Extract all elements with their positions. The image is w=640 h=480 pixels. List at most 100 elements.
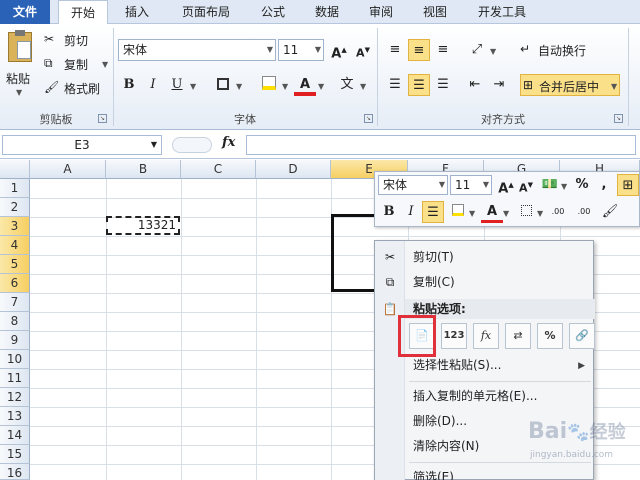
paste-option-values[interactable]: 123 (441, 323, 467, 349)
tab-developer[interactable]: 开发工具 (466, 0, 538, 24)
fill-color-button[interactable] (258, 74, 280, 96)
tab-page-layout[interactable]: 页面布局 (170, 0, 242, 24)
border-button[interactable] (212, 74, 234, 96)
font-name-combo[interactable]: 宋体 ▼ (118, 39, 276, 61)
formula-input[interactable] (246, 135, 636, 155)
column-header-d[interactable]: D (256, 160, 331, 179)
italic-button[interactable]: I (142, 74, 164, 96)
mini-font-name-combo[interactable]: 宋体 ▼ (378, 175, 448, 195)
merge-dropdown-icon[interactable]: ▼ (611, 82, 617, 91)
grow-font-button[interactable]: A▲ (328, 39, 350, 61)
bold-button[interactable]: B (118, 74, 140, 96)
row-header-10[interactable]: 10 (0, 350, 30, 369)
tab-view[interactable]: 视图 (412, 0, 458, 24)
merge-center-button[interactable]: ⊞ 合并后居中 ▼ (520, 74, 620, 96)
select-all-corner[interactable] (0, 160, 30, 179)
row-header-9[interactable]: 9 (0, 331, 30, 350)
align-center-button[interactable]: ☰ (408, 74, 430, 96)
column-header-a[interactable]: A (30, 160, 106, 179)
increase-indent-button[interactable]: ⇥ (488, 74, 510, 96)
align-right-button[interactable]: ☰ (432, 74, 454, 96)
row-header-14[interactable]: 14 (0, 426, 30, 445)
paste-option-formatting[interactable]: % (537, 323, 563, 349)
mini-increase-decimal-button[interactable]: .00 (547, 201, 569, 223)
border-dropdown-icon[interactable]: ▼ (236, 82, 242, 91)
orientation-button[interactable]: ⤢ (466, 39, 488, 61)
font-color-button[interactable]: A (294, 74, 316, 96)
font-name-dropdown-icon[interactable]: ▼ (267, 40, 273, 60)
name-box[interactable]: E3 ▼ (2, 135, 162, 155)
mini-grow-font-button[interactable]: A▲ (495, 174, 517, 196)
mini-font-size-combo[interactable]: 11 ▼ (450, 175, 492, 195)
mini-bold-button[interactable]: B (378, 201, 400, 223)
tab-insert[interactable]: 插入 (112, 0, 162, 24)
orientation-dropdown-icon[interactable]: ▼ (490, 47, 496, 56)
column-header-b[interactable]: B (106, 160, 181, 179)
paste-dropdown-icon[interactable]: ▼ (16, 88, 22, 97)
copy-dropdown-icon[interactable]: ▼ (102, 60, 108, 69)
tab-home[interactable]: 开始 (58, 0, 108, 25)
mini-fill-dropdown-icon[interactable]: ▼ (469, 209, 475, 218)
name-box-dropdown-icon[interactable]: ▼ (151, 136, 157, 154)
wrap-text-button[interactable]: ↵ 自动换行 (520, 39, 620, 61)
mini-center-button[interactable]: ☰ (422, 201, 444, 223)
mini-accounting-button[interactable]: 💵 (539, 174, 561, 196)
mini-italic-button[interactable]: I (400, 201, 422, 223)
mini-font-color-dropdown-icon[interactable]: ▼ (503, 209, 509, 218)
align-middle-button[interactable]: ≡ (408, 39, 430, 61)
font-size-combo[interactable]: 11 ▼ (278, 39, 324, 61)
paste-button[interactable]: 粘贴 ▼ (4, 30, 36, 100)
mini-accounting-dropdown-icon[interactable]: ▼ (561, 182, 567, 191)
shrink-font-button[interactable]: A▼ (352, 39, 374, 61)
row-header-1[interactable]: 1 (0, 179, 30, 198)
paste-option-link[interactable]: 🔗 (569, 323, 595, 349)
font-color-dropdown-icon[interactable]: ▼ (318, 82, 324, 91)
row-header-7[interactable]: 7 (0, 293, 30, 312)
row-header-3[interactable]: 3 (0, 217, 30, 236)
menu-item-filter[interactable]: 筛选(E) (405, 465, 593, 480)
align-bottom-button[interactable]: ≡ (432, 39, 454, 61)
row-header-11[interactable]: 11 (0, 369, 30, 388)
align-left-button[interactable]: ☰ (384, 74, 406, 96)
menu-item-cut[interactable]: 剪切(T) (405, 245, 593, 269)
align-top-button[interactable]: ≡ (384, 39, 406, 61)
mini-comma-button[interactable]: , (593, 174, 615, 196)
mini-merge-button[interactable]: ⊞ (617, 174, 639, 196)
mini-border-dropdown-icon[interactable]: ▼ (537, 209, 543, 218)
copy-button[interactable]: ⧉ 复制 ▼ (44, 54, 114, 74)
mini-border-button[interactable] (515, 201, 537, 223)
row-header-4[interactable]: 4 (0, 236, 30, 255)
cell-b3-copied[interactable]: 13321 (106, 216, 180, 235)
row-header-16[interactable]: 16 (0, 464, 30, 480)
mini-fill-color-button[interactable] (447, 201, 469, 223)
phonetic-button[interactable]: 文 (336, 74, 358, 96)
row-header-2[interactable]: 2 (0, 198, 30, 217)
mini-shrink-font-button[interactable]: A▼ (515, 174, 537, 196)
mini-font-size-dropdown-icon[interactable]: ▼ (483, 176, 489, 194)
mini-percent-button[interactable]: % (571, 174, 593, 196)
font-launcher-icon[interactable]: ↘ (364, 114, 373, 123)
mini-font-color-button[interactable]: A (481, 201, 503, 223)
underline-dropdown-icon[interactable]: ▼ (190, 82, 196, 91)
row-header-15[interactable]: 15 (0, 445, 30, 464)
insert-function-button[interactable]: fx (222, 135, 235, 150)
alignment-launcher-icon[interactable]: ↘ (614, 114, 623, 123)
row-header-5[interactable]: 5 (0, 255, 30, 274)
fill-color-dropdown-icon[interactable]: ▼ (282, 82, 288, 91)
underline-button[interactable]: U (166, 74, 188, 96)
paste-option-transpose[interactable]: ⇄ (505, 323, 531, 349)
mini-font-name-dropdown-icon[interactable]: ▼ (439, 176, 445, 194)
tab-data[interactable]: 数据 (304, 0, 350, 24)
row-header-13[interactable]: 13 (0, 407, 30, 426)
cut-button[interactable]: ✂ 剪切 (44, 30, 114, 50)
phonetic-dropdown-icon[interactable]: ▼ (360, 82, 366, 91)
column-header-c[interactable]: C (181, 160, 256, 179)
menu-item-insert-copied-cells[interactable]: 插入复制的单元格(E)... (405, 384, 593, 408)
row-header-6[interactable]: 6 (0, 274, 30, 293)
row-header-8[interactable]: 8 (0, 312, 30, 331)
mini-decrease-decimal-button[interactable]: .00 (573, 201, 595, 223)
decrease-indent-button[interactable]: ⇤ (464, 74, 486, 96)
format-painter-button[interactable]: 🖌 格式刷 (44, 78, 114, 98)
font-size-dropdown-icon[interactable]: ▼ (315, 40, 321, 60)
tab-review[interactable]: 审阅 (358, 0, 404, 24)
